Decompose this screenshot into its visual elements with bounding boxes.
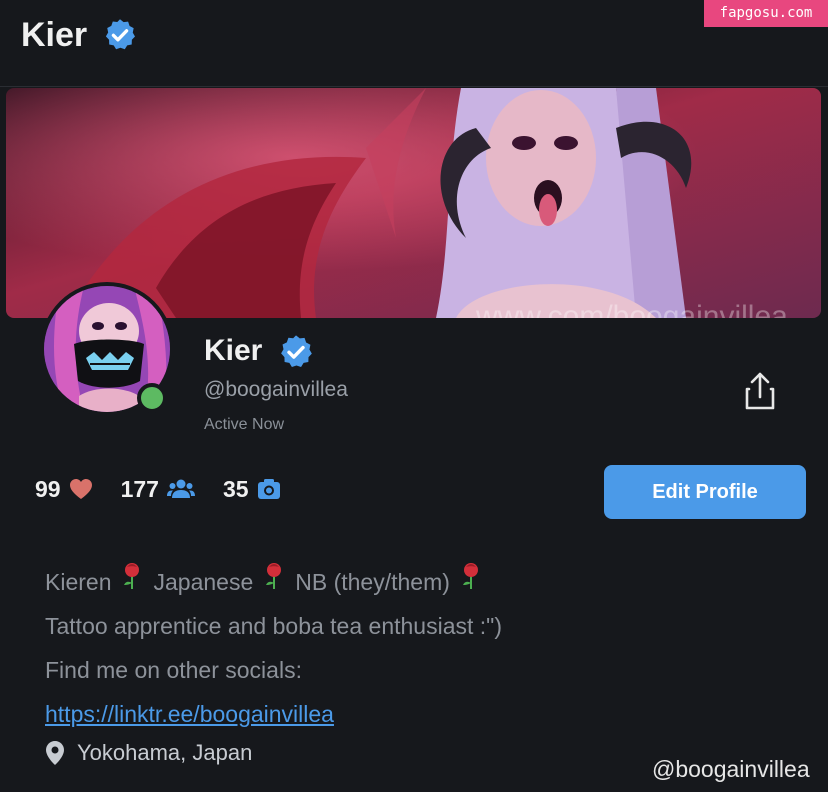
verified-badge-icon bbox=[277, 333, 315, 371]
bio-pronouns: NB (they/them) bbox=[295, 569, 450, 595]
header-title: Kier bbox=[21, 16, 88, 54]
bio-line-1: Kieren Japanese NB (they/them) bbox=[45, 560, 502, 604]
active-status: Active Now bbox=[204, 416, 285, 433]
watermark-top: fapgosu.com bbox=[704, 0, 828, 27]
heart-icon bbox=[69, 478, 93, 500]
stat-photos-value: 35 bbox=[222, 475, 249, 502]
profile-banner[interactable]: www.com/boogainvillea bbox=[6, 88, 821, 318]
bio: Kieren Japanese NB (they/them) Tattoo ap… bbox=[45, 560, 502, 736]
rose-icon bbox=[459, 561, 483, 603]
users-icon bbox=[166, 478, 195, 500]
edit-profile-button[interactable]: Edit Profile bbox=[604, 465, 806, 519]
stat-subscribers-value: 177 bbox=[120, 475, 159, 502]
stat-subscribers[interactable]: 177 bbox=[121, 476, 195, 503]
verified-badge-icon bbox=[102, 17, 138, 53]
profile-handle: @boogainvillea bbox=[204, 378, 348, 401]
location-text: Yokohama, Japan bbox=[77, 740, 253, 765]
location: Yokohama, Japan bbox=[45, 740, 252, 766]
stat-photos[interactable]: 35 bbox=[223, 476, 281, 503]
bio-link[interactable]: https://linktr.ee/boogainvillea bbox=[45, 694, 334, 734]
bio-name: Kieren bbox=[45, 569, 112, 595]
bio-origin: Japanese bbox=[153, 569, 254, 595]
bio-line-2: Tattoo apprentice and boba tea enthusias… bbox=[45, 613, 502, 639]
bio-line-3: Find me on other socials: bbox=[45, 657, 302, 683]
online-status-indicator bbox=[137, 383, 167, 413]
profile-stats: 99 177 35 bbox=[35, 474, 309, 504]
watermark-bottom: @boogainvillea bbox=[652, 756, 810, 782]
share-button[interactable] bbox=[737, 368, 783, 414]
profile-name: Kier bbox=[204, 334, 263, 367]
rose-icon bbox=[120, 561, 144, 603]
rose-icon bbox=[262, 561, 286, 603]
banner-overlay-text: www.com/boogainvillea bbox=[476, 300, 788, 318]
stat-likes[interactable]: 99 bbox=[35, 476, 93, 503]
share-icon bbox=[745, 372, 775, 410]
camera-icon bbox=[257, 478, 281, 500]
stat-likes-value: 99 bbox=[35, 475, 61, 502]
map-pin-icon bbox=[45, 740, 65, 766]
